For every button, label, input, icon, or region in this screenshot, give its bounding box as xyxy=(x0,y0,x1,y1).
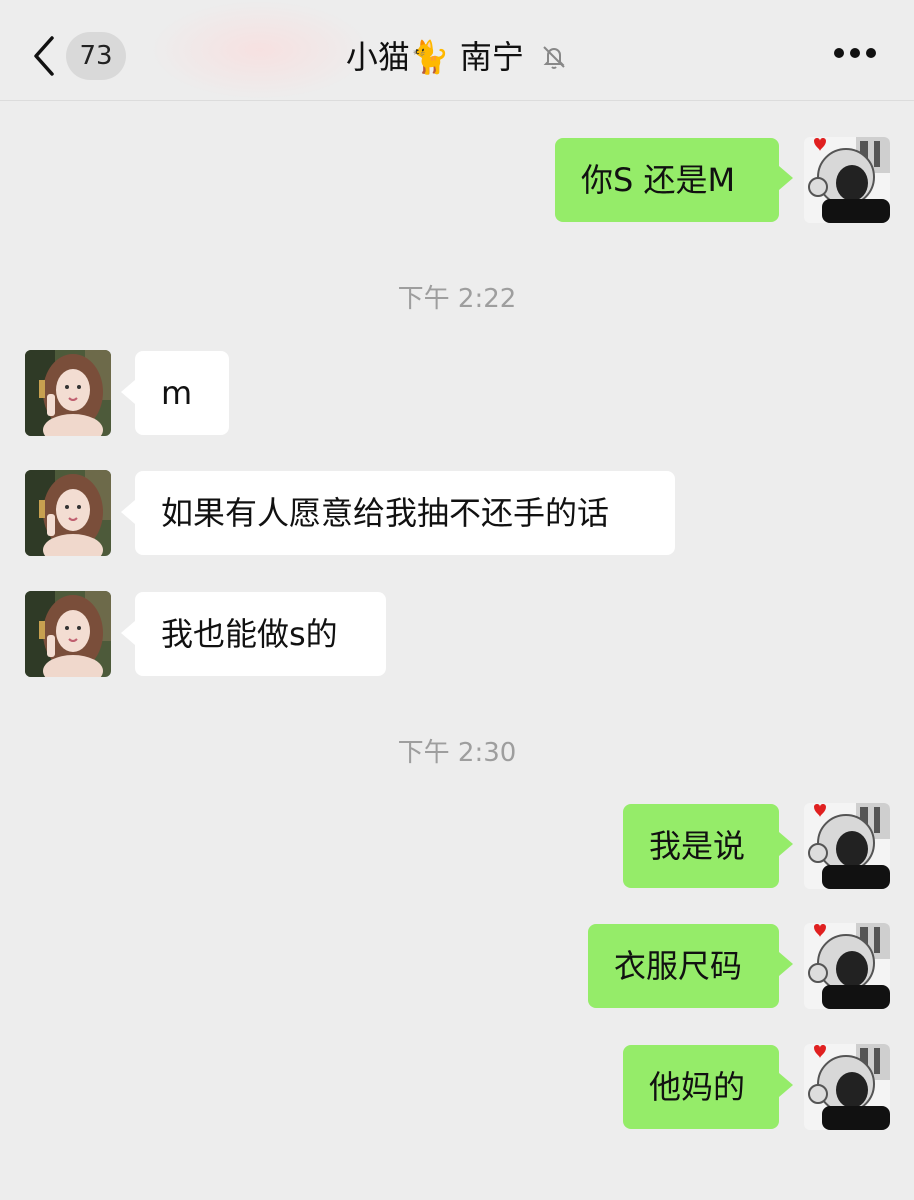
contact-avatar[interactable] xyxy=(25,470,111,556)
message-bubble[interactable]: 我是说 xyxy=(623,804,779,888)
bubble-tail xyxy=(779,832,793,856)
bubble-tail xyxy=(779,1073,793,1097)
title-prefix: 小猫 xyxy=(345,38,410,76)
more-dots-icon xyxy=(834,48,844,58)
self-avatar[interactable] xyxy=(804,803,890,889)
chat-header: 73 小猫🐈 南宁 xyxy=(0,0,914,101)
title-suffix: 南宁 xyxy=(459,38,524,76)
more-dots-icon xyxy=(866,48,876,58)
self-avatar[interactable] xyxy=(804,1044,890,1130)
bell-slash-icon xyxy=(543,46,565,69)
message-bubble[interactable]: m xyxy=(135,351,229,435)
timestamp: 下午 2:22 xyxy=(397,284,517,314)
more-options-button[interactable] xyxy=(834,48,876,60)
bubble-tail xyxy=(779,952,793,976)
message-bubble[interactable]: 我也能做s的 xyxy=(135,592,386,676)
message-bubble[interactable]: 如果有人愿意给我抽不还手的话 xyxy=(135,471,675,555)
message-bubble[interactable]: 他妈的 xyxy=(623,1045,779,1129)
self-avatar[interactable] xyxy=(804,923,890,1009)
chat-title[interactable]: 小猫🐈 南宁 xyxy=(0,30,914,80)
more-dots-icon xyxy=(850,48,860,58)
contact-avatar[interactable] xyxy=(25,350,111,436)
contact-avatar[interactable] xyxy=(25,591,111,677)
cat-emoji: 🐈 xyxy=(409,38,450,76)
bubble-tail xyxy=(779,166,793,190)
bubble-tail xyxy=(121,621,135,645)
bubble-tail xyxy=(121,500,135,524)
self-avatar[interactable] xyxy=(804,137,890,223)
message-bubble[interactable]: 你S 还是M xyxy=(555,138,779,222)
bubble-tail xyxy=(121,380,135,404)
message-bubble[interactable]: 衣服尺码 xyxy=(588,924,779,1008)
timestamp: 下午 2:30 xyxy=(397,738,517,768)
